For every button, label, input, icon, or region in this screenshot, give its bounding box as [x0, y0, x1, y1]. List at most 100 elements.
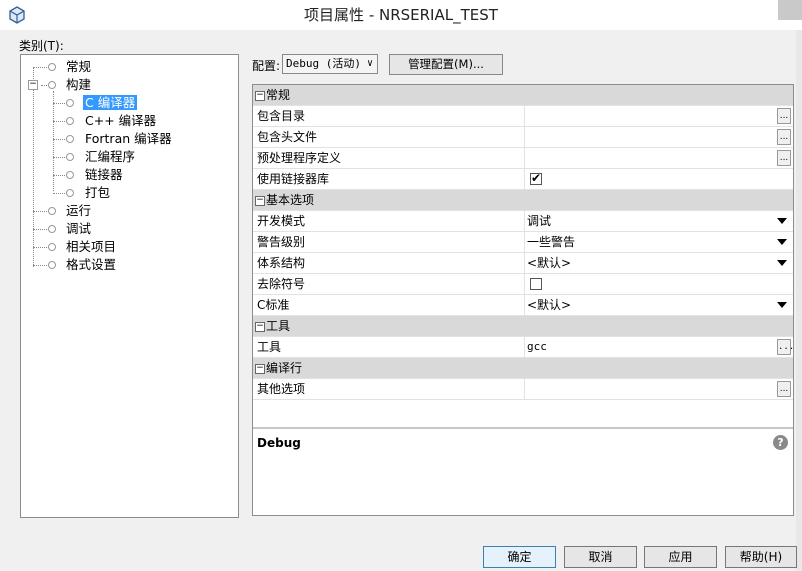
- tree-connector: [53, 103, 67, 104]
- tree-node-bullet-icon: [48, 243, 56, 251]
- ellipsis-button[interactable]: ...: [777, 150, 791, 166]
- property-name: 包含头文件: [257, 130, 318, 144]
- property-row[interactable]: 预处理程序定义 ...: [253, 148, 793, 169]
- category-label: 类别(T):: [19, 39, 64, 53]
- tree-item-format[interactable]: 格式设置: [66, 256, 116, 274]
- ellipsis-button[interactable]: ...: [777, 339, 794, 355]
- property-value[interactable]: ✔: [524, 169, 793, 189]
- section-label: 常规: [266, 88, 291, 102]
- config-label: 配置:: [252, 59, 281, 73]
- property-value[interactable]: ...: [524, 106, 793, 126]
- checkmark-icon: ✔: [531, 171, 542, 185]
- tree-node-bullet-icon: [48, 207, 56, 215]
- property-value[interactable]: <默认>: [524, 295, 793, 315]
- property-name: 开发模式: [257, 214, 306, 228]
- tree-connector: [53, 139, 67, 140]
- tree-item-build[interactable]: 构建: [66, 76, 91, 94]
- property-row[interactable]: 警告级别 一些警告: [253, 232, 793, 253]
- tree-node-bullet-icon: [48, 81, 56, 89]
- property-row[interactable]: 工具 gcc...: [253, 337, 794, 358]
- ok-button[interactable]: 确定: [483, 546, 556, 568]
- window-close-button[interactable]: [778, 0, 802, 20]
- property-row[interactable]: 使用链接器库 ✔: [253, 169, 793, 190]
- dropdown-arrow-icon[interactable]: [777, 302, 787, 308]
- tree-node-bullet-icon: [66, 171, 74, 179]
- tree-connector: [53, 121, 67, 122]
- tree-item-linker[interactable]: 链接器: [85, 166, 123, 184]
- tree-node-bullet-icon: [48, 63, 56, 71]
- tree-item-general[interactable]: 常规: [66, 58, 91, 76]
- property-value[interactable]: ...: [524, 148, 793, 168]
- property-name: 警告级别: [257, 235, 306, 249]
- tree-node-bullet-icon: [66, 153, 74, 161]
- property-value[interactable]: [524, 274, 793, 294]
- section-label: 编译行: [266, 361, 303, 375]
- dropdown-value: 调试: [527, 214, 552, 228]
- tree-item-debug[interactable]: 调试: [66, 220, 91, 238]
- tree-connector: [33, 265, 49, 266]
- tree-item-related-projects[interactable]: 相关项目: [66, 238, 116, 256]
- property-value[interactable]: ...: [524, 379, 793, 399]
- description-divider[interactable]: [253, 427, 793, 429]
- dropdown-value: <默认>: [527, 256, 572, 270]
- tree-node-bullet-icon: [66, 117, 74, 125]
- manage-config-button[interactable]: 管理配置(M)...: [389, 54, 503, 75]
- tree-connector: [33, 229, 49, 230]
- collapse-icon[interactable]: −: [255, 321, 265, 332]
- tree-item-cpp-compiler[interactable]: C++ 编译器: [85, 112, 156, 130]
- tree-node-bullet-icon: [48, 225, 56, 233]
- property-grid: − 常规 包含目录 ... 包含头文件 ... 预处理程序定义 ... 使用链接器…: [252, 84, 794, 516]
- tree-item-c-compiler-label: C 编译器: [83, 95, 138, 110]
- property-row[interactable]: 体系结构 <默认>: [253, 253, 793, 274]
- property-value[interactable]: ...: [524, 127, 793, 147]
- tree-item-packaging[interactable]: 打包: [85, 184, 110, 202]
- section-command-line[interactable]: − 编译行: [253, 358, 793, 379]
- tree-connector: [53, 175, 67, 176]
- tree-connector: [53, 91, 54, 191]
- section-tools[interactable]: − 工具: [253, 316, 793, 337]
- property-value[interactable]: 一些警告: [524, 232, 793, 252]
- property-row[interactable]: 包含目录 ...: [253, 106, 793, 127]
- collapse-icon[interactable]: −: [255, 195, 265, 206]
- tree-collapse-toggle[interactable]: −: [28, 80, 38, 90]
- dropdown-value: <默认>: [527, 298, 572, 312]
- dropdown-arrow-icon[interactable]: [777, 218, 787, 224]
- tree-item-c-compiler[interactable]: C 编译器: [83, 94, 138, 112]
- property-row[interactable]: 其他选项 ...: [253, 379, 793, 400]
- config-select[interactable]: Debug (活动) ∨: [282, 54, 378, 74]
- help-button[interactable]: 帮助(H): [725, 546, 797, 568]
- tree-item-run[interactable]: 运行: [66, 202, 91, 220]
- property-value[interactable]: <默认>: [524, 253, 793, 273]
- ellipsis-button[interactable]: ...: [777, 381, 791, 397]
- collapse-icon[interactable]: −: [255, 90, 265, 101]
- property-row[interactable]: 去除符号: [253, 274, 793, 295]
- category-tree[interactable]: − 常规 构建 C 编译器 C++ 编译器 Fortran 编译器 汇编程序 链…: [20, 54, 239, 518]
- strip-symbols-checkbox[interactable]: [530, 278, 542, 290]
- ellipsis-button[interactable]: ...: [777, 129, 791, 145]
- ellipsis-button[interactable]: ...: [777, 108, 791, 124]
- dropdown-arrow-icon[interactable]: [777, 239, 787, 245]
- property-row[interactable]: 开发模式 调试: [253, 211, 793, 232]
- tree-item-fortran-compiler[interactable]: Fortran 编译器: [85, 130, 172, 148]
- dropdown-value: 一些警告: [527, 235, 576, 249]
- property-row[interactable]: 包含头文件 ...: [253, 127, 793, 148]
- collapse-icon[interactable]: −: [255, 363, 265, 374]
- property-name: 去除符号: [257, 277, 306, 291]
- apply-button[interactable]: 应用: [644, 546, 717, 568]
- property-row[interactable]: C标准 <默认>: [253, 295, 793, 316]
- property-value[interactable]: gcc...: [524, 337, 794, 357]
- dropdown-arrow-icon[interactable]: [777, 260, 787, 266]
- tree-node-bullet-icon: [66, 189, 74, 197]
- help-icon: ?: [773, 435, 788, 450]
- property-name: 使用链接器库: [257, 172, 330, 186]
- cancel-button[interactable]: 取消: [564, 546, 637, 568]
- property-name: 体系结构: [257, 256, 306, 270]
- tree-connector: [33, 67, 34, 267]
- section-general[interactable]: − 常规: [253, 85, 793, 106]
- property-name: C标准: [257, 298, 290, 312]
- tree-item-assembler[interactable]: 汇编程序: [85, 148, 135, 166]
- tree-node-bullet-icon: [66, 99, 74, 107]
- section-basic-options[interactable]: − 基本选项: [253, 190, 793, 211]
- property-value[interactable]: 调试: [524, 211, 793, 231]
- use-linker-libs-checkbox[interactable]: ✔: [530, 171, 542, 185]
